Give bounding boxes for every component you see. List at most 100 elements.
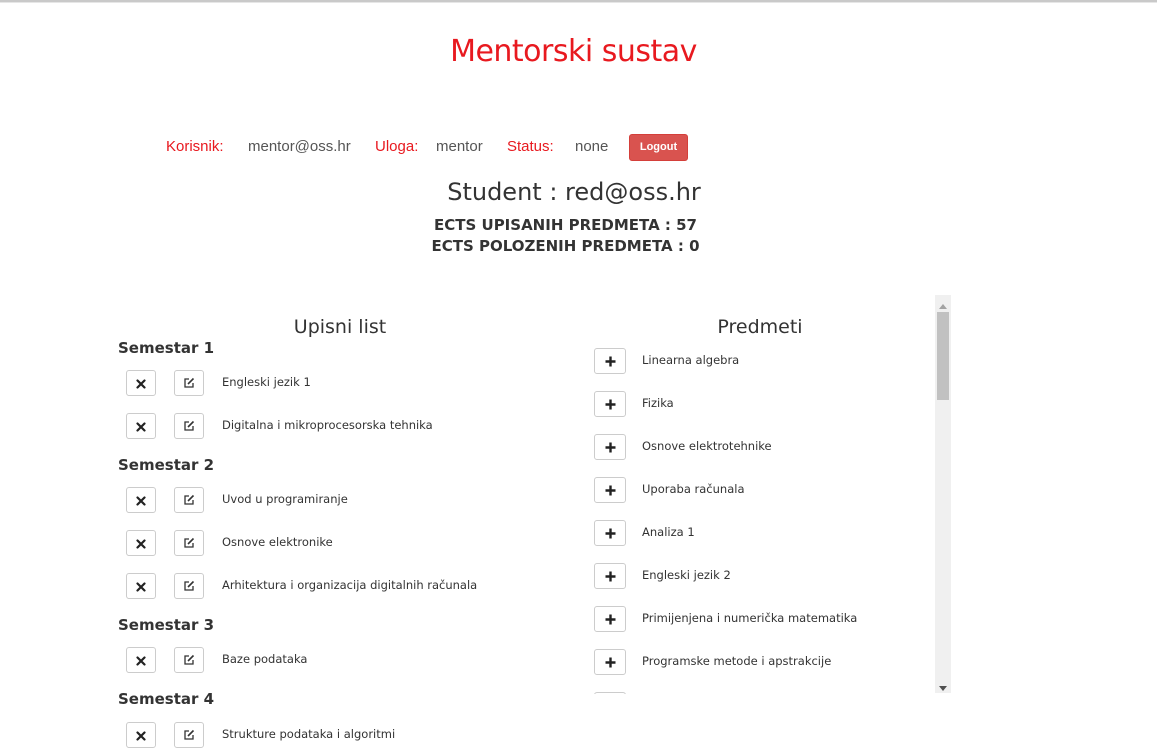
logout-button[interactable]: Logout xyxy=(629,134,688,161)
remove-button[interactable] xyxy=(126,573,156,599)
plus-icon xyxy=(605,653,616,672)
panel-scrollbar[interactable] xyxy=(935,295,951,693)
remove-button[interactable] xyxy=(126,722,156,748)
subject-name: Digitalna i mikroprocesorska tehnika xyxy=(222,418,433,432)
subjects-title: Predmeti xyxy=(717,316,803,338)
plus-icon xyxy=(605,438,616,457)
remove-button[interactable] xyxy=(126,487,156,513)
subject-name: Primijenjena i numerička matematika xyxy=(642,611,858,625)
ects-enrolled: ECTS UPISANIH PREDMETA : 57 xyxy=(434,216,697,234)
enrollment-row: Digitalna i mikroprocesorska tehnika xyxy=(126,413,566,441)
add-subject-button[interactable] xyxy=(594,563,626,589)
subject-name: Programske metode i apstrakcije xyxy=(642,654,832,668)
window-top-border-inner xyxy=(0,2,1157,3)
edit-button[interactable] xyxy=(174,413,204,439)
subject-name: Baze podataka xyxy=(222,652,308,666)
enrollment-row: Osnove elektronike xyxy=(126,530,566,558)
subject-name: Engleski jezik 2 xyxy=(642,568,731,582)
edit-button[interactable] xyxy=(174,530,204,556)
subject-name: Osnove elektronike xyxy=(222,535,333,549)
enrollment-row: Uvod u programiranje xyxy=(126,487,566,515)
student-heading: Student : red@oss.hr xyxy=(447,178,701,206)
triangle-up-icon xyxy=(939,294,947,313)
edit-button[interactable] xyxy=(174,370,204,396)
plus-icon xyxy=(605,524,616,543)
subject-row: Fizika xyxy=(594,391,894,419)
plus-icon xyxy=(605,567,616,586)
main-panel: Upisni list Predmeti Semestar 1 Engleski… xyxy=(0,294,951,694)
times-icon xyxy=(136,374,146,393)
times-icon xyxy=(136,417,146,436)
subject-row: Primijenjena i numerička matematika xyxy=(594,606,894,634)
plus-icon xyxy=(605,352,616,371)
add-subject-button[interactable] xyxy=(594,348,626,374)
edit-icon xyxy=(183,577,195,596)
subject-name: Fizika xyxy=(642,396,674,410)
enrollment-row: Baze podataka xyxy=(126,647,566,675)
remove-button[interactable] xyxy=(126,370,156,396)
add-subject-button[interactable] xyxy=(594,520,626,546)
subject-name: Uporaba računala xyxy=(642,482,745,496)
enrollment-title: Upisni list xyxy=(293,316,387,338)
subject-row: Osnove elektrotehnike xyxy=(594,434,894,462)
enrollment-row: Arhitektura i organizacija digitalnih ra… xyxy=(126,573,566,601)
remove-button[interactable] xyxy=(126,530,156,556)
subject-row: Linearna algebra xyxy=(594,348,894,376)
subject-name: Strukture podataka i algoritmi xyxy=(222,727,396,741)
edit-icon xyxy=(183,374,195,393)
add-subject-button[interactable] xyxy=(594,692,626,694)
plus-icon xyxy=(605,610,616,629)
add-subject-button[interactable] xyxy=(594,477,626,503)
add-subject-button[interactable] xyxy=(594,649,626,675)
subject-row xyxy=(594,692,894,694)
scroll-up-button[interactable] xyxy=(935,295,951,311)
plus-icon xyxy=(605,481,616,500)
edit-button[interactable] xyxy=(174,573,204,599)
edit-button[interactable] xyxy=(174,487,204,513)
add-subject-button[interactable] xyxy=(594,434,626,460)
edit-icon xyxy=(183,417,195,436)
subject-row: Programske metode i apstrakcije xyxy=(594,649,894,677)
subject-row: Analiza 1 xyxy=(594,520,894,548)
enrollment-row: Engleski jezik 1 xyxy=(126,370,566,398)
subject-row: Engleski jezik 2 xyxy=(594,563,894,591)
edit-icon xyxy=(183,651,195,670)
subject-name: Arhitektura i organizacija digitalnih ra… xyxy=(222,578,478,592)
status-value: none xyxy=(575,138,609,155)
edit-icon xyxy=(183,534,195,553)
times-icon xyxy=(136,651,146,670)
role-label: Uloga: xyxy=(375,138,419,155)
user-value: mentor@oss.hr xyxy=(248,138,351,155)
edit-button[interactable] xyxy=(174,647,204,673)
semester-heading: Semestar 1 xyxy=(118,339,215,357)
edit-icon xyxy=(183,726,195,745)
scroll-down-button[interactable] xyxy=(935,677,951,693)
subject-name: Uvod u programiranje xyxy=(222,492,348,506)
status-label: Status: xyxy=(507,138,554,155)
semester-heading: Semestar 3 xyxy=(118,616,215,634)
remove-button[interactable] xyxy=(126,647,156,673)
semester-heading: Semestar 2 xyxy=(118,456,215,474)
app-title: Mentorski sustav xyxy=(450,34,697,69)
user-label: Korisnik: xyxy=(166,138,224,155)
semester-heading: Semestar 4 xyxy=(118,690,215,708)
triangle-down-icon xyxy=(939,676,947,695)
times-icon xyxy=(136,726,146,745)
edit-button[interactable] xyxy=(174,722,204,748)
subject-row: Uporaba računala xyxy=(594,477,894,505)
subject-name: Analiza 1 xyxy=(642,525,695,539)
plus-icon xyxy=(605,395,616,414)
add-subject-button[interactable] xyxy=(594,606,626,632)
add-subject-button[interactable] xyxy=(594,391,626,417)
enrollment-row: Strukture podataka i algoritmi xyxy=(126,722,566,750)
ects-passed: ECTS POLOZENIH PREDMETA : 0 xyxy=(431,237,700,255)
times-icon xyxy=(136,534,146,553)
subject-name: Linearna algebra xyxy=(642,353,740,367)
times-icon xyxy=(136,577,146,596)
scroll-thumb[interactable] xyxy=(937,312,949,400)
role-value: mentor xyxy=(436,138,483,155)
edit-icon xyxy=(183,491,195,510)
remove-button[interactable] xyxy=(126,413,156,439)
subject-name: Engleski jezik 1 xyxy=(222,375,311,389)
times-icon xyxy=(136,491,146,510)
